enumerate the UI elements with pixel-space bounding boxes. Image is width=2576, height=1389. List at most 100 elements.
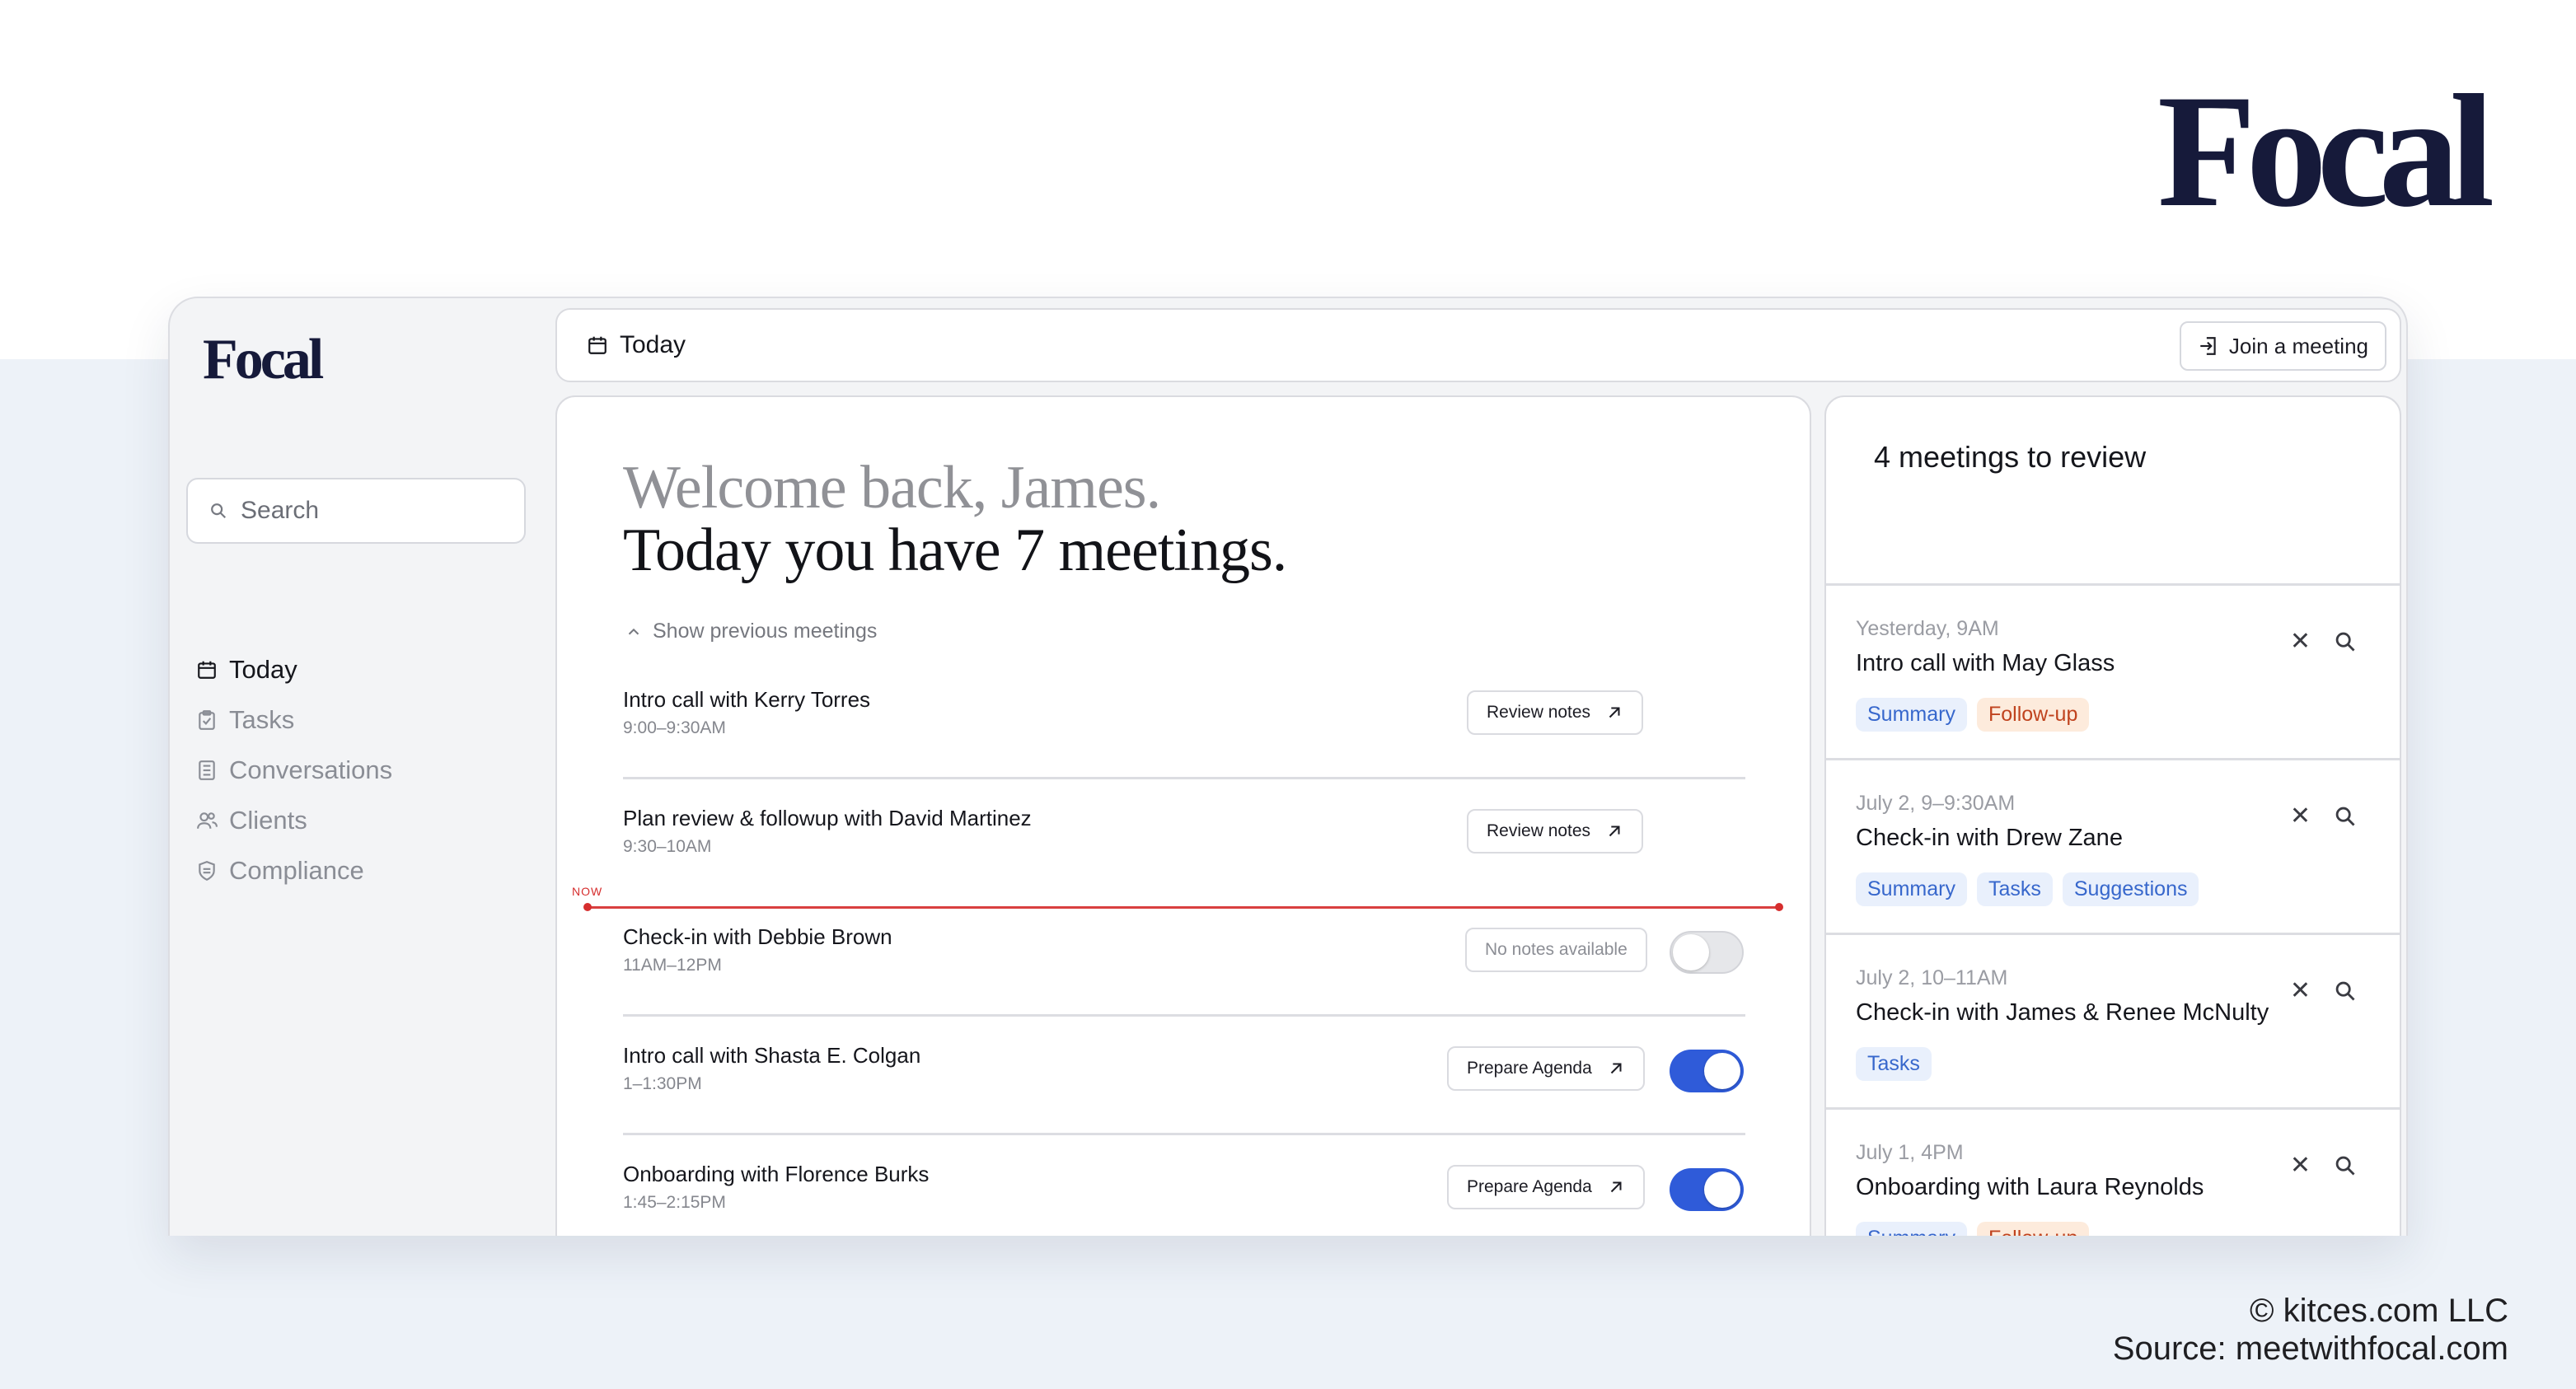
meeting-title: Check-in with Debbie Brown: [623, 924, 892, 949]
sidebar-item-label: Tasks: [229, 704, 295, 734]
sidebar-item-today[interactable]: Today: [196, 644, 392, 694]
sidebar-item-label: Today: [229, 654, 297, 684]
review-card[interactable]: July 2, 10–11AM Check-in with James & Re…: [1826, 933, 2400, 1107]
meeting-title: Intro call with Kerry Torres: [623, 687, 871, 712]
tag-tasks[interactable]: Tasks: [1856, 1047, 1932, 1081]
review-title: Onboarding with Laura Reynolds: [1856, 1174, 2204, 1200]
arrow-up-right-icon: [1609, 825, 1620, 837]
dismiss-icon[interactable]: ✕: [2290, 1151, 2311, 1180]
tag-list: Summary Follow-up: [1856, 1222, 2090, 1236]
review-notes-label: Review notes: [1487, 703, 1591, 722]
review-notes-button[interactable]: Review notes: [1467, 809, 1644, 854]
credits: © kitces.com LLC Source: meetwithfocal.c…: [2113, 1292, 2508, 1368]
page-title: Today: [620, 331, 686, 358]
review-title: Intro call with May Glass: [1856, 650, 2115, 676]
no-notes-label: No notes available: [1485, 940, 1628, 959]
tag-list: Summary Follow-up: [1856, 698, 2090, 732]
chevron-up-icon: [628, 628, 639, 634]
search-input[interactable]: [241, 497, 504, 525]
join-meeting-button[interactable]: Join a meeting: [2179, 321, 2386, 371]
meeting-time: 11AM–12PM: [623, 956, 722, 975]
sidebar-nav: Today Tasks Conversations Clients Compli…: [196, 644, 392, 896]
sidebar-item-label: Conversations: [229, 755, 393, 784]
main-panel: Welcome back, James. Today you have 7 me…: [555, 395, 1811, 1236]
meeting-title: Plan review & followup with David Martin…: [623, 806, 1032, 830]
search-icon[interactable]: [2334, 1154, 2357, 1177]
tag-tasks[interactable]: Tasks: [1976, 872, 2053, 906]
arrow-up-right-icon: [1609, 707, 1620, 718]
review-notes-button[interactable]: Review notes: [1467, 690, 1644, 735]
review-date: July 2, 9–9:30AM: [1856, 792, 2016, 815]
document-list-icon: [199, 760, 215, 780]
app-window: Focal Today Tasks Conversations Clients …: [168, 297, 2408, 1236]
brand-logo: Focal: [2157, 62, 2494, 241]
tag-summary[interactable]: Summary: [1856, 698, 1967, 732]
agenda-toggle[interactable]: [1670, 1168, 1744, 1211]
meeting-time: 9:30–10AM: [623, 837, 712, 856]
meeting-row[interactable]: Intro call with Shasta E. Colgan 1–1:30P…: [623, 1017, 1745, 1135]
now-label: NOW: [572, 885, 603, 898]
tag-list: Tasks: [1856, 1047, 1932, 1081]
no-notes-button: No notes available: [1465, 928, 1647, 972]
agenda-toggle[interactable]: [1670, 931, 1744, 974]
meeting-time: 9:00–9:30AM: [623, 718, 726, 737]
tag-follow-up[interactable]: Follow-up: [1976, 1222, 2090, 1236]
arrow-up-right-icon: [1610, 1063, 1622, 1074]
calendar-icon: [198, 661, 216, 679]
tag-summary[interactable]: Summary: [1856, 872, 1967, 906]
review-card[interactable]: Yesterday, 9AM Intro call with May Glass…: [1826, 583, 2400, 758]
search-icon[interactable]: [2334, 805, 2357, 828]
sidebar-item-compliance[interactable]: Compliance: [196, 845, 392, 896]
meeting-count-line: Today you have 7 meetings.: [623, 517, 1287, 584]
review-card[interactable]: July 1, 4PM Onboarding with Laura Reynol…: [1826, 1107, 2400, 1236]
sign-in-icon: [2200, 337, 2216, 355]
sidebar-item-label: Compliance: [229, 855, 364, 885]
agenda-toggle[interactable]: [1670, 1050, 1744, 1092]
dismiss-icon[interactable]: ✕: [2290, 802, 2311, 830]
welcome-line: Welcome back, James.: [623, 454, 1161, 521]
arrow-up-right-icon: [1610, 1181, 1622, 1193]
dismiss-icon[interactable]: ✕: [2290, 627, 2311, 656]
top-bar: Today Join a meeting: [555, 308, 2401, 382]
now-indicator-dot: [583, 903, 592, 911]
prepare-agenda-button[interactable]: Prepare Agenda: [1447, 1165, 1645, 1209]
app-logo[interactable]: Focal: [203, 331, 324, 389]
meeting-row[interactable]: Check-in with Debbie Brown 11AM–12PM No …: [623, 898, 1745, 1017]
meeting-title: Intro call with Shasta E. Colgan: [623, 1043, 921, 1068]
sidebar-item-label: Clients: [229, 805, 307, 835]
meeting-row[interactable]: Plan review & followup with David Martin…: [623, 779, 1745, 898]
tag-follow-up[interactable]: Follow-up: [1976, 698, 2090, 732]
search-icon[interactable]: [2334, 980, 2357, 1003]
sidebar-item-tasks[interactable]: Tasks: [196, 694, 392, 745]
search-box[interactable]: [186, 478, 526, 544]
show-previous-meetings-toggle[interactable]: Show previous meetings: [625, 620, 877, 643]
copyright-text: © kitces.com LLC: [2249, 1293, 2508, 1329]
people-icon: [197, 811, 218, 829]
meeting-title: Onboarding with Florence Burks: [623, 1162, 930, 1186]
meeting-row[interactable]: Onboarding with Florence Burks 1:45–2:15…: [623, 1135, 1745, 1236]
tag-list: Summary Tasks Suggestions: [1856, 872, 2199, 906]
review-title: Check-in with Drew Zane: [1856, 825, 2123, 851]
review-title: Check-in with James & Renee McNulty: [1856, 999, 2269, 1026]
tag-suggestions[interactable]: Suggestions: [2062, 872, 2199, 906]
prepare-agenda-button[interactable]: Prepare Agenda: [1447, 1046, 1645, 1091]
review-card[interactable]: July 2, 9–9:30AM Check-in with Drew Zane…: [1826, 758, 2400, 933]
toggle-knob: [1704, 1172, 1740, 1208]
toggle-knob: [1704, 1053, 1740, 1089]
join-meeting-label: Join a meeting: [2228, 333, 2368, 358]
dismiss-icon[interactable]: ✕: [2290, 976, 2311, 1005]
now-indicator-dot: [1775, 903, 1783, 911]
tag-summary[interactable]: Summary: [1856, 1222, 1967, 1236]
review-date: Yesterday, 9AM: [1856, 617, 1999, 640]
sidebar-item-clients[interactable]: Clients: [196, 795, 392, 845]
sidebar-item-conversations[interactable]: Conversations: [196, 745, 392, 795]
review-date: July 1, 4PM: [1856, 1141, 1964, 1164]
search-icon[interactable]: [2334, 630, 2357, 653]
welcome-heading: Welcome back, James. Today you have 7 me…: [623, 454, 1287, 584]
search-icon: [211, 503, 227, 519]
review-date: July 2, 10–11AM: [1856, 966, 2008, 989]
review-panel-title: 4 meetings to review: [1874, 440, 2147, 474]
meeting-time: 1:45–2:15PM: [623, 1193, 726, 1212]
clipboard-check-icon: [199, 709, 215, 730]
meeting-row[interactable]: Intro call with Kerry Torres 9:00–9:30AM…: [623, 661, 1745, 779]
